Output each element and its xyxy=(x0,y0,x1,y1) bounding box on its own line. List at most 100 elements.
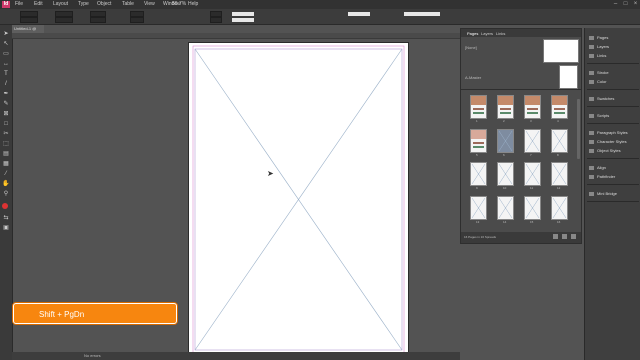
selection-tool-icon[interactable]: ➤ xyxy=(2,31,10,38)
y-field[interactable] xyxy=(20,17,38,23)
note-tool-icon[interactable]: ▦ xyxy=(2,161,10,168)
dock-separator xyxy=(587,201,639,202)
swap-fill-stroke-icon[interactable]: ⇆ xyxy=(2,215,10,222)
height-field[interactable] xyxy=(55,17,73,23)
dock-separator xyxy=(587,158,639,159)
dock-item-label: Swatches xyxy=(597,96,615,101)
page-thumbnail[interactable] xyxy=(497,95,514,119)
page-thumbnail[interactable] xyxy=(551,162,568,186)
dock-separator xyxy=(587,106,639,107)
character-styles-icon xyxy=(589,139,594,144)
eyedropper-tool-icon[interactable]: ⁄ xyxy=(2,171,10,178)
dock-item-color[interactable]: Color xyxy=(589,78,639,85)
dock-item-links[interactable]: Links xyxy=(589,52,639,59)
minimize-icon[interactable]: – xyxy=(611,1,620,8)
page-thumbnail[interactable] xyxy=(551,95,568,119)
zoom-level[interactable]: 56.7% xyxy=(172,1,186,8)
dock-item-swatches[interactable]: Swatches xyxy=(589,95,639,102)
page-thumbnail[interactable] xyxy=(470,162,487,186)
gradient-tool-icon[interactable]: ▤ xyxy=(2,151,10,158)
page-tool-icon[interactable]: ▭ xyxy=(2,51,10,58)
page-thumbnail[interactable] xyxy=(497,196,514,220)
page-thumbnail[interactable] xyxy=(497,129,514,153)
dock-item-mini-bridge[interactable]: Mini Bridge xyxy=(589,190,639,197)
zoom-tool-icon[interactable]: ⚲ xyxy=(2,191,10,198)
line-tool-icon[interactable]: / xyxy=(2,81,10,88)
free-transform-tool-icon[interactable]: ⬚ xyxy=(2,141,10,148)
menu-table[interactable]: Table xyxy=(122,1,134,8)
object-style-dropdown[interactable] xyxy=(404,12,440,16)
dock-item-character-styles[interactable]: Character Styles xyxy=(589,138,639,145)
dock-item-pages[interactable]: Pages xyxy=(589,34,639,41)
menu-type[interactable]: Type xyxy=(78,1,89,8)
dock-item-layers[interactable]: Layers xyxy=(589,43,639,50)
pages-scrollbar[interactable] xyxy=(577,99,580,159)
horizontal-ruler xyxy=(12,33,460,39)
menu-bar: Id File Edit Layout Type Object Table View Wind… xyxy=(0,0,640,9)
dock-item-paragraph-styles[interactable]: Paragraph Styles xyxy=(589,129,639,136)
menu-object[interactable]: Object xyxy=(97,1,111,8)
dock-item-align[interactable]: Align xyxy=(589,164,639,171)
menu-file[interactable]: File xyxy=(15,1,23,8)
dock-separator xyxy=(587,89,639,90)
new-page-icon[interactable] xyxy=(553,234,558,239)
page-number-label: 6 xyxy=(503,153,505,157)
document-page[interactable]: ➤ xyxy=(188,42,409,357)
tab-links[interactable]: Links xyxy=(496,31,505,36)
fill-stroke-icon[interactable] xyxy=(2,203,8,209)
menu-edit[interactable]: Edit xyxy=(34,1,43,8)
page-number-label: 7 xyxy=(530,153,532,157)
pen-tool-icon[interactable]: ✒ xyxy=(2,91,10,98)
page-thumbnail[interactable] xyxy=(524,129,541,153)
dock-separator xyxy=(587,63,639,64)
mini-bridge-icon xyxy=(589,191,594,196)
dock-separator xyxy=(587,184,639,185)
screen-mode-icon[interactable]: ▣ xyxy=(2,225,10,232)
stroke-weight-field[interactable] xyxy=(232,12,254,16)
page-thumbnail[interactable] xyxy=(470,196,487,220)
tab-layers[interactable]: Layers xyxy=(481,31,493,36)
delete-page-icon[interactable] xyxy=(571,234,576,239)
type-tool-icon[interactable]: T xyxy=(2,71,10,78)
page-thumbnail[interactable] xyxy=(497,162,514,186)
opacity-field[interactable] xyxy=(348,12,370,16)
stroke-type-field[interactable] xyxy=(232,18,254,22)
shear-field[interactable] xyxy=(130,17,144,23)
page-thumbnail[interactable] xyxy=(551,129,568,153)
hand-tool-icon[interactable]: ✋ xyxy=(2,181,10,188)
menu-view[interactable]: View xyxy=(144,1,155,8)
dock-item-scripts[interactable]: Scripts xyxy=(589,112,639,119)
page-thumbnail[interactable] xyxy=(524,95,541,119)
page-thumbnail[interactable] xyxy=(524,162,541,186)
dock-item-object-styles[interactable]: Object Styles xyxy=(589,147,639,154)
page-thumbnail[interactable] xyxy=(470,95,487,119)
page-number-label: 4 xyxy=(557,119,559,123)
direct-selection-tool-icon[interactable]: ↖ xyxy=(2,41,10,48)
maximize-icon[interactable]: □ xyxy=(621,1,630,8)
control-bar xyxy=(0,9,640,25)
status-text: No errors xyxy=(84,353,101,358)
menu-layout[interactable]: Layout xyxy=(53,1,68,8)
dock-item-label: Layers xyxy=(597,44,610,49)
gap-tool-icon[interactable]: ↔ xyxy=(2,61,10,68)
rectangle-frame-tool-icon[interactable]: ⊠ xyxy=(2,111,10,118)
scissors-tool-icon[interactable]: ✂ xyxy=(2,131,10,138)
page-number-label: 16 xyxy=(557,220,561,224)
dock-item-stroke[interactable]: Stroke xyxy=(589,69,639,76)
page-thumbnail[interactable] xyxy=(551,196,568,220)
rectangle-tool-icon[interactable]: □ xyxy=(2,121,10,128)
master-none-thumb[interactable] xyxy=(543,39,579,63)
page-thumbnail[interactable] xyxy=(524,196,541,220)
close-icon[interactable]: × xyxy=(631,1,640,8)
master-a-thumb[interactable] xyxy=(559,65,578,89)
document-tab[interactable]: Untitled-1 @ 56% xyxy=(12,25,44,39)
menu-help[interactable]: Help xyxy=(188,1,198,8)
page-number-label: 2 xyxy=(503,119,505,123)
edit-page-size-icon[interactable] xyxy=(562,234,567,239)
dock-item-pathfinder[interactable]: Pathfinder xyxy=(589,173,639,180)
scale-y-field[interactable] xyxy=(90,17,106,23)
page-thumbnail[interactable] xyxy=(470,129,487,153)
stroke-swatch[interactable] xyxy=(210,17,222,23)
pencil-tool-icon[interactable]: ✎ xyxy=(2,101,10,108)
tab-pages[interactable]: Pages xyxy=(467,31,478,36)
